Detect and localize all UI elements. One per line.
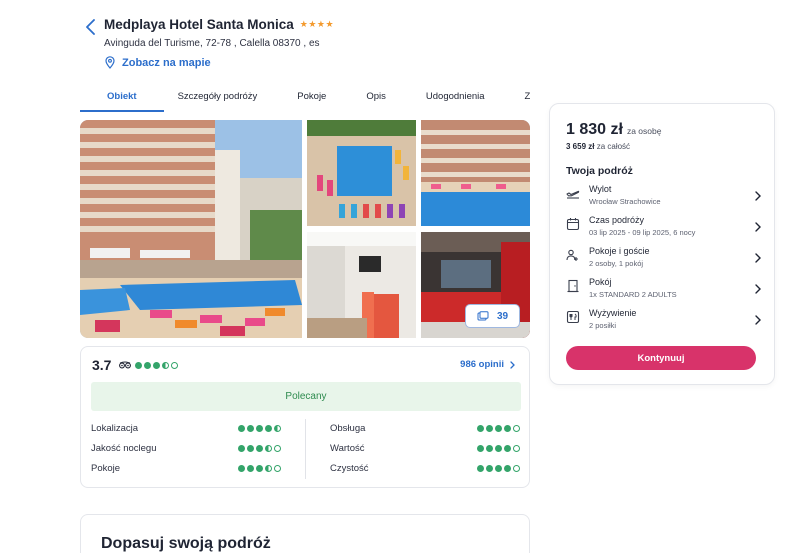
- rating-category-pokoje: Pokoje: [91, 463, 281, 474]
- tab-opis[interactable]: Opis: [366, 82, 386, 112]
- chevron-right-icon: [755, 222, 761, 232]
- hotel-name: Medplaya Hotel Santa Monica: [104, 17, 294, 32]
- tab-obiekt[interactable]: Obiekt: [80, 82, 163, 112]
- customize-trip-title: Dopasuj swoją podróż: [101, 535, 271, 552]
- photo-gallery: [80, 120, 530, 338]
- recommended-banner: Polecany: [91, 382, 521, 411]
- chevron-right-icon: [755, 191, 761, 201]
- category-dots: [477, 425, 520, 432]
- plane-icon: [566, 190, 580, 199]
- category-label: Lokalizacja: [91, 423, 138, 434]
- tripadvisor-rating: [119, 361, 178, 369]
- trip-title: Twoja podróż: [566, 165, 633, 177]
- continue-button[interactable]: Kontynuuj: [566, 346, 756, 370]
- rating-dot: [162, 361, 169, 369]
- tab-pokoje[interactable]: Pokoje: [297, 82, 326, 112]
- tripadvisor-owl-icon: [119, 361, 131, 369]
- photos-icon: [477, 311, 489, 321]
- rating-card: 3.7 986 opinii Polecany Lokalizacja Jako…: [80, 346, 530, 488]
- map-pin-icon: [105, 56, 115, 69]
- meal-icon: [566, 310, 580, 324]
- trip-item-title: Wyżywienie: [589, 308, 637, 318]
- trip-item-value: 1x STANDARD 2 ADULTS: [589, 290, 677, 299]
- rating-category-czystosc: Czystość: [330, 463, 520, 474]
- back-arrow-icon[interactable]: [84, 19, 98, 35]
- hotel-title: Medplaya Hotel Santa Monica ★★★★: [104, 17, 334, 32]
- category-dots: [477, 465, 520, 472]
- rating-dot: [171, 361, 178, 369]
- chevron-right-icon: [755, 315, 761, 325]
- rating-dot: [144, 361, 151, 369]
- category-dots: [477, 445, 520, 452]
- reviews-link[interactable]: 986 opinii: [460, 359, 515, 370]
- category-label: Pokoje: [91, 463, 121, 474]
- price-total-label: za całość: [596, 142, 631, 151]
- show-on-map-link[interactable]: Zobacz na mapie: [105, 56, 211, 69]
- trip-item-value: 2 osoby, 1 pokój: [589, 259, 644, 268]
- customize-trip-card: Dopasuj swoją podróż: [80, 514, 530, 553]
- trip-item-dates[interactable]: Czas podróży 03 lip 2025 - 09 lip 2025, …: [566, 215, 762, 241]
- section-tabs: Obiekt Szczegóły podróży Pokoje Opis Udo…: [80, 82, 530, 112]
- hotel-address: Avinguda del Turisme, 72-78 , Calella 08…: [104, 38, 320, 49]
- chevron-right-icon: [510, 360, 515, 369]
- gallery-photo-pool-aerial[interactable]: [307, 120, 416, 226]
- photo-count-label: 39: [496, 310, 509, 322]
- rating-category-lokalizacja: Lokalizacja: [91, 423, 281, 434]
- trip-item-room[interactable]: Pokój 1x STANDARD 2 ADULTS: [566, 277, 762, 303]
- trip-item-value: 03 lip 2025 - 09 lip 2025, 6 nocy: [589, 228, 696, 237]
- rating-dot: [153, 361, 160, 369]
- chevron-right-icon: [755, 253, 761, 263]
- rating-score: 3.7: [92, 357, 112, 373]
- trip-item-guests[interactable]: Pokoje i goście 2 osoby, 1 pokój: [566, 246, 762, 272]
- gallery-photo-main[interactable]: [80, 120, 302, 338]
- price-value: 1 830 zł: [566, 121, 623, 138]
- chevron-right-icon: [755, 284, 761, 294]
- category-label: Obsługa: [330, 423, 366, 434]
- category-dots: [238, 465, 281, 472]
- gallery-photo-room[interactable]: [307, 232, 416, 338]
- tab-za[interactable]: Za: [525, 82, 530, 112]
- price-per-label: za osobę: [626, 126, 662, 136]
- category-dots: [238, 425, 281, 432]
- category-label: Jakość noclegu: [91, 443, 157, 454]
- gallery-photo-pool-building[interactable]: [421, 120, 530, 226]
- trip-item-value: Wrocław Strachowice: [589, 197, 661, 206]
- booking-summary: 1 830 zł za osobę 3 659 zł za całość Two…: [549, 103, 775, 385]
- tab-szczegoly-podrozy[interactable]: Szczegóły podróży: [178, 82, 258, 112]
- price-total: 3 659 zł za całość: [566, 142, 630, 151]
- tab-udogodnienia[interactable]: Udogodnienia: [426, 82, 485, 112]
- trip-item-title: Pokoje i goście: [589, 246, 650, 256]
- category-label: Wartość: [330, 443, 365, 454]
- door-icon: [567, 279, 579, 293]
- rating-dot: [135, 361, 142, 369]
- trip-item-title: Wylot: [589, 184, 612, 194]
- price-total-value: 3 659 zł: [566, 142, 595, 151]
- trip-item-board[interactable]: Wyżywienie 2 posiłki: [566, 308, 762, 334]
- guests-icon: [566, 249, 578, 261]
- category-dots: [238, 445, 281, 452]
- photo-count-button[interactable]: 39: [465, 304, 520, 328]
- trip-item-title: Pokój: [589, 277, 612, 287]
- rating-category-wartosc: Wartość: [330, 443, 520, 454]
- trip-item-value: 2 posiłki: [589, 321, 617, 330]
- price-per-person: 1 830 zł za osobę: [566, 121, 661, 139]
- category-label: Czystość: [330, 463, 369, 474]
- rating-category-obsluga: Obsługa: [330, 423, 520, 434]
- map-link-label: Zobacz na mapie: [122, 56, 211, 69]
- rating-divider: [305, 419, 306, 479]
- reviews-count: 986 opinii: [460, 359, 504, 370]
- calendar-icon: [566, 218, 580, 231]
- trip-item-departure[interactable]: Wylot Wrocław Strachowice: [566, 184, 762, 210]
- rating-category-jakosc-noclegu: Jakość noclegu: [91, 443, 281, 454]
- hotel-stars: ★★★★: [299, 19, 335, 29]
- trip-item-title: Czas podróży: [589, 215, 645, 225]
